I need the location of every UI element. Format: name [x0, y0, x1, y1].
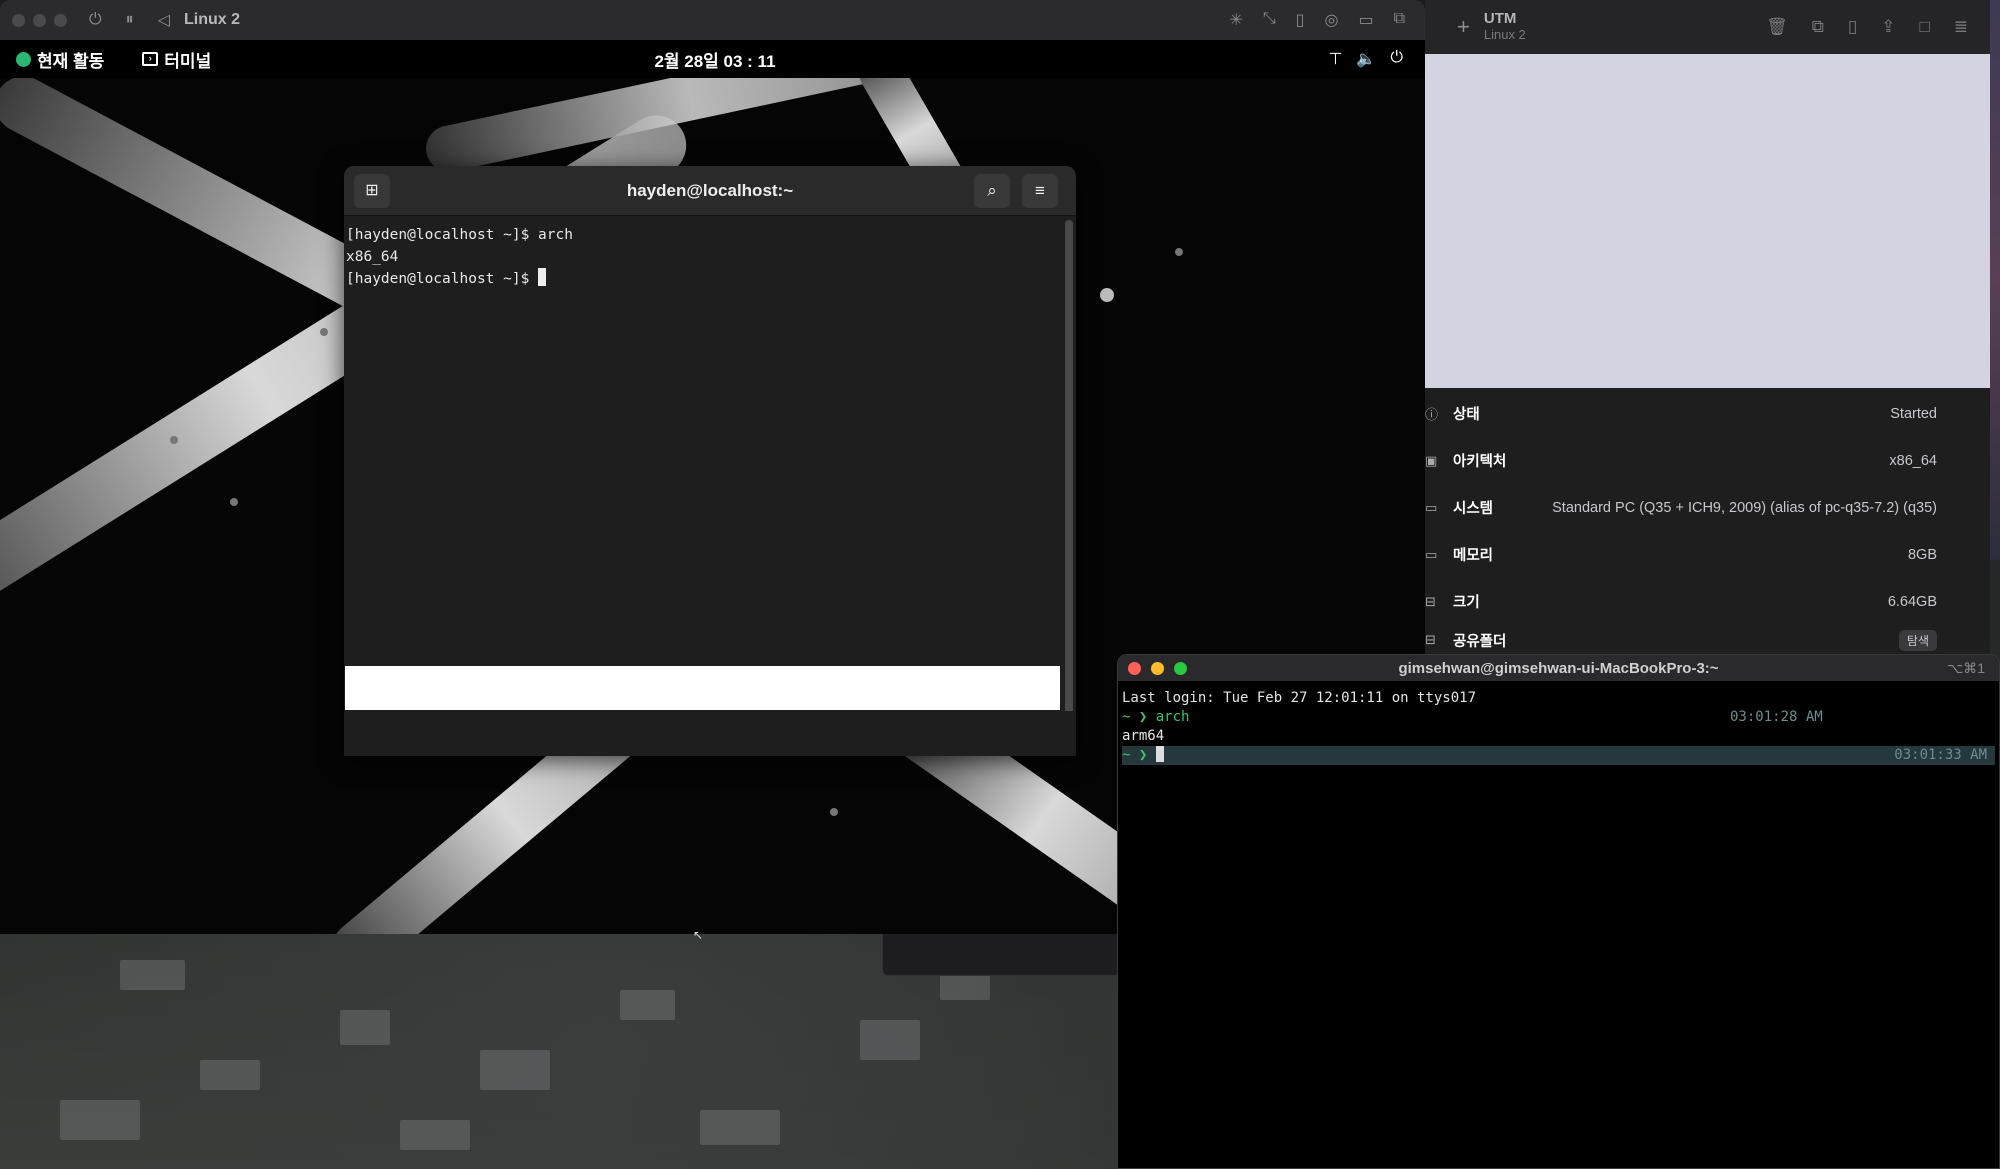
minimize-button[interactable] — [33, 13, 46, 27]
row-label: 크기 — [1453, 595, 1480, 611]
utm-app-title: UTM Linux 2 — [1484, 11, 1526, 43]
row-label: 상태 — [1453, 407, 1480, 423]
activities-button[interactable]: 현재 활동 — [16, 47, 104, 72]
timestamp: 03:01:33 AM — [1894, 747, 1987, 763]
info-row-memory: ▭ 메모리 8GB — [1425, 531, 1990, 578]
macos-terminal-title: gimsehwan@gimsehwan-ui-MacBookPro-3:~ — [1398, 659, 1719, 677]
gnome-terminal-headerbar: ⊞ hayden@localhost:~ ⌕ ≡ — [344, 166, 1076, 216]
terminal-line: x86_64 — [346, 249, 399, 265]
utm-panel-toolbar: + UTM Linux 2 🗑 ⧉ ▯ ⇪ □ ≣ — [1425, 0, 1990, 54]
hamburger-menu-icon: ≡ — [1035, 181, 1045, 200]
add-vm-icon[interactable]: + — [1457, 14, 1470, 40]
clock[interactable]: 2월 28일 03 : 11 — [650, 47, 780, 72]
shared-folder-icon: ⊟ — [1425, 632, 1436, 647]
trash-icon[interactable]: 🗑 — [1766, 17, 1788, 37]
hidden-window-edge — [882, 934, 1122, 976]
menu-button[interactable]: ≡ — [1022, 174, 1058, 208]
macos-terminal-titlebar: gimsehwan@gimsehwan-ui-MacBookPro-3:~ ⌥⌘… — [1118, 655, 1999, 681]
display-icon[interactable]: ✳ — [1229, 10, 1242, 30]
folder-icon[interactable]: ▭ — [1358, 10, 1373, 30]
terminal-line: [hayden@localhost ~]$ — [346, 271, 539, 287]
overlay-white-bar — [345, 666, 1060, 710]
zoom-button[interactable] — [54, 13, 67, 27]
row-label: 시스템 — [1453, 501, 1494, 517]
row-value: 8GB — [1907, 546, 1937, 563]
search-button[interactable]: ⌕ — [974, 174, 1010, 208]
utm-title: UTM — [1483, 10, 1517, 27]
text-cursor — [538, 268, 547, 286]
utm-titlebar: ⏻ ⏸ ◁ Linux 2 ✳ ⤡ ▯ ◎ ▭ ⧉ — [0, 0, 1425, 40]
prompt: ~ ❯ — [1122, 747, 1148, 763]
window-controls — [12, 13, 67, 27]
gnome-top-bar: 현재 활동 › 터미널 2월 28일 03 : 11 ⊤ 🔈 ⏻ — [0, 40, 1425, 78]
info-icon: ⓘ — [1425, 407, 1439, 422]
macos-terminal-window: gimsehwan@gimsehwan-ui-MacBookPro-3:~ ⌥⌘… — [1117, 654, 2000, 1169]
row-label: 아키텍처 — [1453, 454, 1507, 470]
app-menu-label: 터미널 — [164, 51, 212, 71]
terminal-command-line: ~ ❯ arch 03:01:28 AM — [1122, 708, 1995, 727]
stop-icon[interactable]: □ — [1919, 17, 1929, 37]
system-status-area[interactable]: ⊤ 🔈 ⏻ — [1328, 49, 1403, 69]
info-row-size: ⊟ 크기 6.64GB — [1425, 578, 1990, 625]
volume-muted-icon: 🔈 — [1356, 51, 1377, 68]
disk-icon[interactable]: ◎ — [1324, 10, 1338, 30]
share-icon[interactable]: ⇪ — [1881, 17, 1895, 37]
terminal-prompt-line: [hayden@localhost ~]$ — [346, 268, 1062, 290]
activities-label: 현재 활동 — [37, 51, 105, 71]
clone-icon[interactable]: ⧉ — [1812, 17, 1824, 37]
row-value: Standard PC (Q35 + ICH9, 2009) (alias of… — [1552, 499, 1937, 516]
info-row-status: ⓘ 상태 Started — [1425, 390, 1990, 437]
utm-vm-details-panel: + UTM Linux 2 🗑 ⧉ ▯ ⇪ □ ≣ ⓘ 상태 Started ▣… — [1425, 0, 1990, 660]
info-row-architecture: ▣ 아키텍처 x86_64 — [1425, 437, 1990, 484]
close-button[interactable] — [12, 13, 25, 27]
utm-subtitle: Linux 2 — [1483, 27, 1526, 42]
window-shortcut: ⌥⌘1 — [1947, 659, 1985, 676]
gterm-bottom-strip — [344, 711, 1076, 756]
command: arch — [1155, 709, 1190, 725]
vm-window-title: Linux 2 — [183, 11, 240, 28]
utm-toolbar-icons: ✳ ⤡ ▯ ◎ ▭ ⧉ — [1229, 10, 1405, 30]
row-value: 6.64GB — [1887, 593, 1937, 610]
file-icon[interactable]: ▯ — [1848, 17, 1857, 37]
display-icon: ▭ — [1425, 499, 1438, 515]
windows-icon[interactable]: ⧉ — [1394, 10, 1405, 30]
pause-icon[interactable]: ⏸ — [126, 11, 134, 29]
text-cursor — [1155, 746, 1164, 762]
terminal-title: hayden@localhost:~ — [626, 181, 794, 200]
power-icon[interactable]: ⏻ — [89, 11, 102, 29]
scrollbar[interactable] — [1065, 220, 1073, 750]
terminal-active-line: ~ ❯ 03:01:33 AM — [1122, 746, 1995, 765]
utm-panel-actions: 🗑 ⧉ ▯ ⇪ □ ≣ — [1766, 17, 1968, 37]
drive-icon: ⊟ — [1425, 593, 1436, 609]
row-value: x86_64 — [1889, 452, 1937, 469]
prompt: ~ ❯ — [1122, 709, 1148, 725]
cpu-icon: ▣ — [1425, 452, 1438, 468]
info-row-system: ▭ 시스템 Standard PC (Q35 + ICH9, 2009) (al… — [1425, 484, 1990, 531]
resize-icon[interactable]: ⤡ — [1263, 10, 1276, 30]
power-menu-icon: ⏻ — [1390, 49, 1403, 66]
desktop-edge — [1990, 0, 2000, 560]
app-menu-terminal[interactable]: › 터미널 — [142, 47, 211, 72]
row-label: 메모리 — [1453, 548, 1494, 564]
back-icon[interactable]: ◁ — [158, 10, 170, 30]
network-icon: ⊤ — [1328, 51, 1343, 68]
macos-terminal-output[interactable]: Last login: Tue Feb 27 12:01:11 on ttys0… — [1118, 681, 1999, 773]
fedora-logo-icon — [16, 51, 31, 67]
terminal-line: arm64 — [1122, 728, 1165, 744]
usb-icon[interactable]: ▯ — [1296, 10, 1305, 30]
search-icon: ⌕ — [987, 181, 997, 200]
browse-button[interactable]: 탐색 — [1898, 629, 1937, 651]
terminal-line: Last login: Tue Feb 27 12:01:11 on ttys0… — [1122, 690, 1477, 706]
settings-sliders-icon[interactable]: ≣ — [1954, 17, 1968, 37]
memory-icon: ▭ — [1425, 546, 1438, 562]
timestamp: 03:01:28 AM — [1730, 709, 1823, 725]
terminal-line: [hayden@localhost ~]$ arch — [346, 227, 573, 243]
terminal-icon: › — [142, 52, 159, 66]
mouse-pointer: ↖ — [693, 928, 704, 942]
info-row-shared-folder: ⊟ 공유폴더 탐색 — [1425, 625, 1990, 655]
vm-screen-preview[interactable] — [1425, 54, 1990, 388]
row-label: 공유폴더 — [1453, 633, 1507, 650]
row-value: Started — [1890, 405, 1937, 422]
